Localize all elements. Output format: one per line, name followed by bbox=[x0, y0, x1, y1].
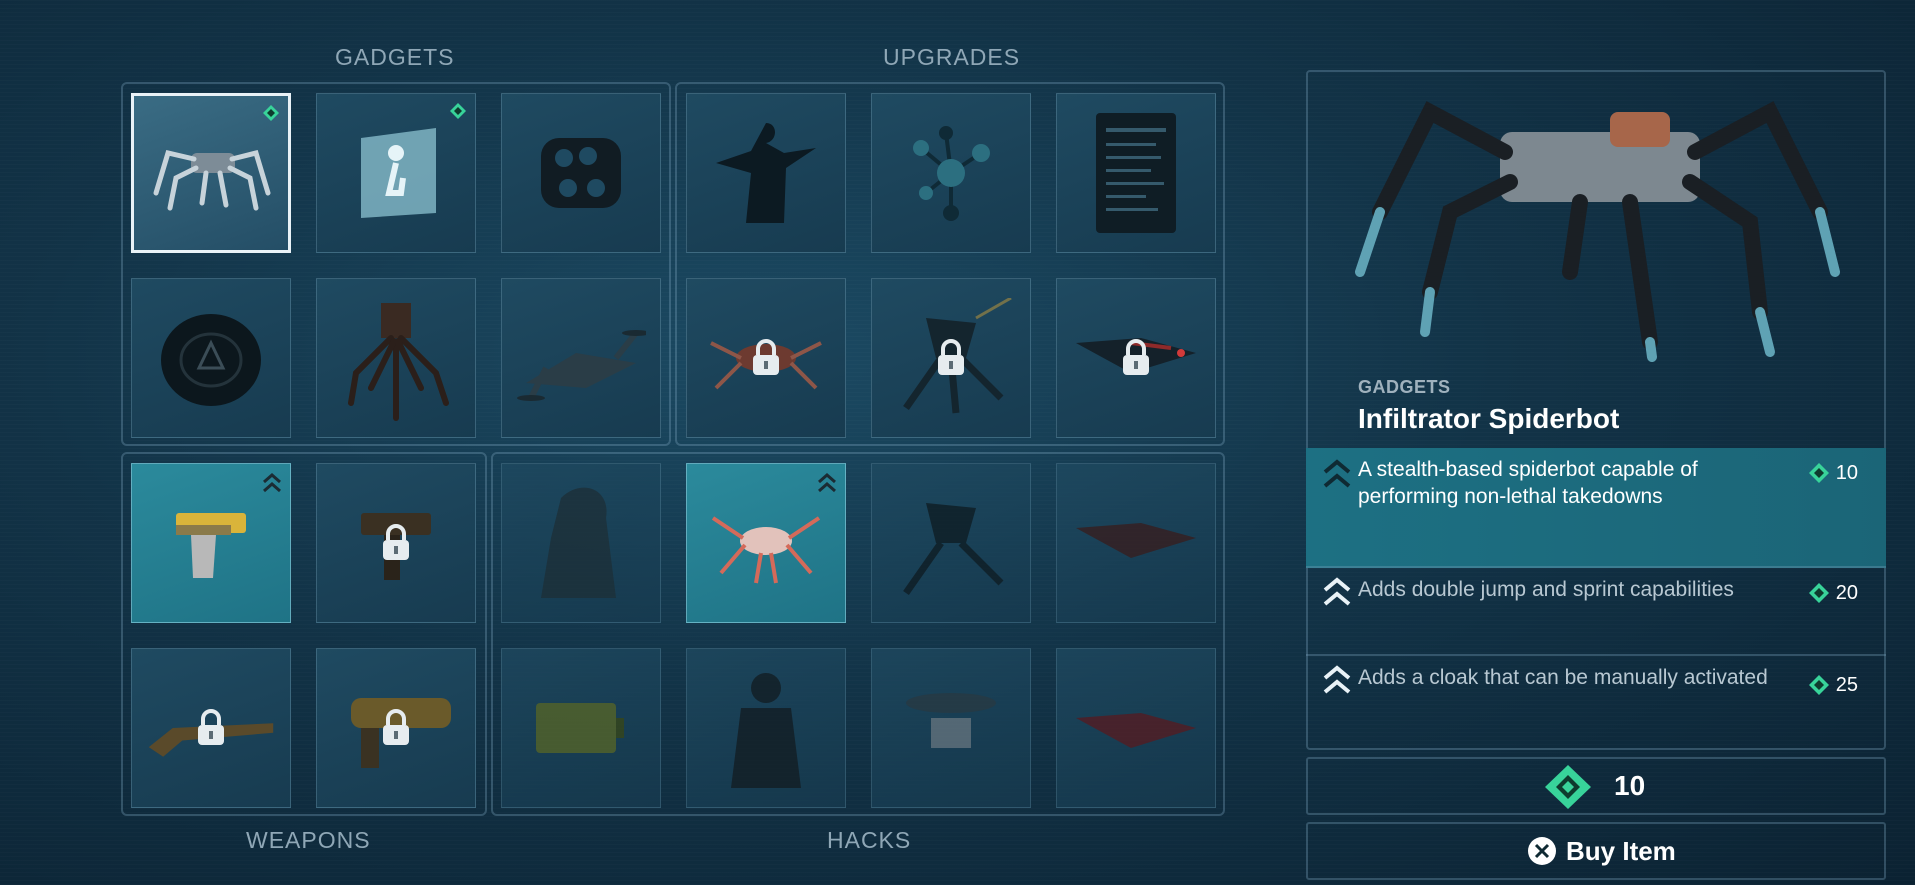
upgrade-chevron-icon bbox=[1323, 665, 1351, 694]
upgrade-cost: 10 bbox=[1835, 462, 1858, 484]
spider-hack-icon bbox=[699, 476, 833, 610]
upgrade-tile-molecule[interactable] bbox=[871, 93, 1031, 253]
ar-cloak-icon bbox=[329, 106, 463, 240]
turret-hack-icon bbox=[884, 476, 1018, 610]
pistol-icon bbox=[144, 476, 278, 610]
upgrade-tile-spider-upgrade[interactable] bbox=[686, 278, 846, 438]
tripod-turret-icon bbox=[329, 291, 463, 425]
weapon-tile-pistol[interactable] bbox=[131, 463, 291, 623]
upgrade-chevron-icon bbox=[818, 473, 836, 493]
hack-tile-agent[interactable] bbox=[501, 463, 661, 623]
gadget-tile-drone[interactable] bbox=[501, 278, 661, 438]
upgrade-row-3[interactable]: Adds a cloak that can be manually activa… bbox=[1306, 656, 1886, 750]
lock-icon bbox=[383, 524, 409, 560]
detail-title: Infiltrator Spiderbot bbox=[1358, 403, 1620, 434]
cross-button-icon bbox=[1528, 837, 1556, 865]
gem-icon bbox=[263, 105, 279, 121]
gem-icon bbox=[1809, 463, 1829, 483]
upgrade-row-2[interactable]: Adds double jump and sprint capabilities… bbox=[1306, 568, 1886, 656]
upgrade-tile-datasheet[interactable] bbox=[1056, 93, 1216, 253]
gem-icon bbox=[450, 103, 466, 119]
currency-gem-icon bbox=[1545, 765, 1591, 809]
upgrade-cost: 20 bbox=[1835, 582, 1858, 604]
drone-hack-icon bbox=[1069, 476, 1203, 610]
drone-icon bbox=[514, 291, 648, 425]
hack-tile-battery[interactable] bbox=[501, 648, 661, 808]
price-box bbox=[1306, 757, 1886, 815]
upgrade-chevron-icon bbox=[263, 473, 281, 493]
section-label-gadgets: GADGETS bbox=[335, 44, 455, 70]
hack-tile-red-drone[interactable] bbox=[1056, 648, 1216, 808]
hack-tile-cargo-drone[interactable] bbox=[871, 648, 1031, 808]
weapon-tile-grenade-launcher[interactable] bbox=[316, 648, 476, 808]
gadget-tile-tripod-turret[interactable] bbox=[316, 278, 476, 438]
hack-tile-spider[interactable] bbox=[686, 463, 846, 623]
lock-icon bbox=[1123, 339, 1149, 375]
spiderbot-icon bbox=[146, 108, 276, 238]
hack-tile-turret[interactable] bbox=[871, 463, 1031, 623]
upgrade-tile-drone-upgrade[interactable] bbox=[1056, 278, 1216, 438]
lock-icon bbox=[198, 709, 224, 745]
gadget-tile-ar-cloak[interactable] bbox=[316, 93, 476, 253]
weapon-tile-shotgun[interactable] bbox=[131, 648, 291, 808]
buy-item-label[interactable]: Buy Item bbox=[1566, 836, 1676, 867]
upgrade-cost: 25 bbox=[1835, 674, 1858, 696]
gadget-tile-brass-knuckles[interactable] bbox=[501, 93, 661, 253]
datasheet-icon bbox=[1069, 106, 1203, 240]
upgrade-description: Adds a cloak that can be manually activa… bbox=[1358, 666, 1768, 689]
gadget-tile-spiderbot[interactable] bbox=[131, 93, 291, 253]
battery-hack-icon bbox=[514, 661, 648, 795]
upgrade-description: A stealth-based spiderbot capable of per… bbox=[1358, 458, 1698, 508]
hack-tile-drone[interactable] bbox=[1056, 463, 1216, 623]
molecule-icon bbox=[884, 106, 1018, 240]
operative-hack-icon bbox=[699, 661, 833, 795]
gem-icon bbox=[1809, 675, 1829, 695]
upgrade-row-1[interactable]: A stealth-based spiderbot capable of per… bbox=[1306, 448, 1886, 568]
upgrade-chevron-icon bbox=[1323, 459, 1351, 488]
hack-agent-icon bbox=[514, 476, 648, 610]
gem-icon bbox=[1809, 583, 1829, 603]
section-label-weapons: WEAPONS bbox=[246, 827, 371, 853]
upgrade-tile-silhouette[interactable] bbox=[686, 93, 846, 253]
weapon-tile-smg[interactable] bbox=[316, 463, 476, 623]
shockwave-disc-icon bbox=[144, 291, 278, 425]
brass-knuckles-icon bbox=[514, 106, 648, 240]
price-value: 10 bbox=[1614, 770, 1646, 801]
lock-icon bbox=[753, 339, 779, 375]
lock-icon bbox=[938, 339, 964, 375]
upgrade-chevron-icon bbox=[1323, 577, 1351, 606]
spiderbot-preview-image bbox=[1330, 72, 1870, 362]
cargo-drone-icon bbox=[884, 661, 1018, 795]
upgrade-tile-turret-upgrade[interactable] bbox=[871, 278, 1031, 438]
lock-icon bbox=[383, 709, 409, 745]
red-drone-hack-icon bbox=[1069, 661, 1203, 795]
upgrade-description: Adds double jump and sprint capabilities bbox=[1358, 578, 1734, 601]
section-label-hacks: HACKS bbox=[827, 827, 912, 853]
hack-tile-operative[interactable] bbox=[686, 648, 846, 808]
section-label-upgrades: UPGRADES bbox=[883, 44, 1021, 70]
gadget-tile-shockwave-disc[interactable] bbox=[131, 278, 291, 438]
detail-category: GADGETS bbox=[1358, 377, 1451, 397]
silhouette-icon bbox=[699, 106, 833, 240]
